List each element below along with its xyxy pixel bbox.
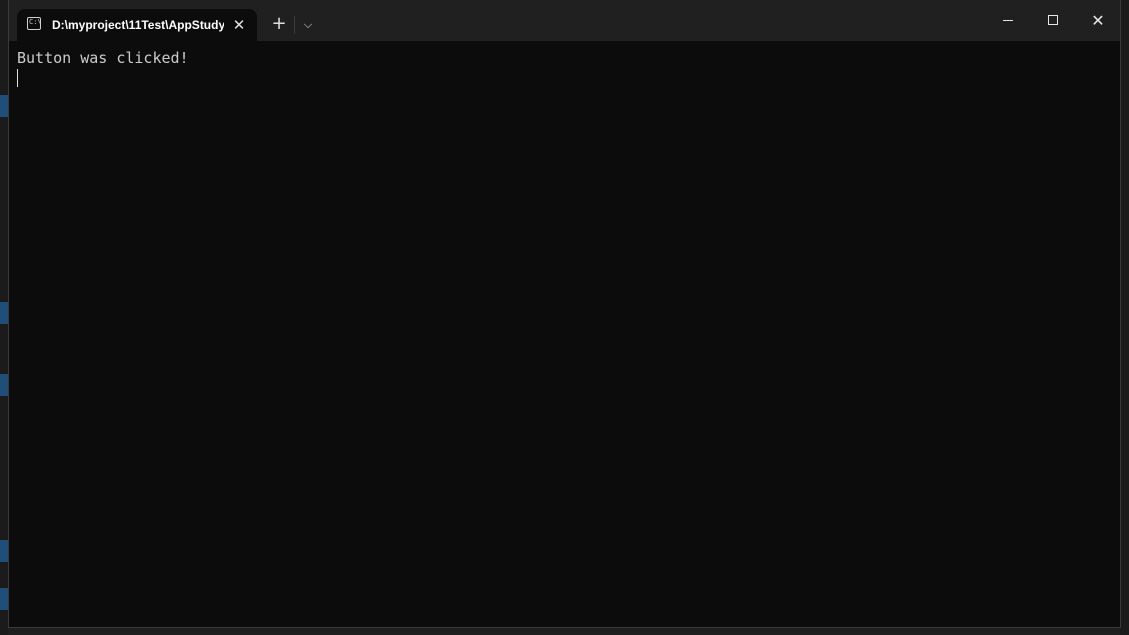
tab-separator	[294, 16, 295, 34]
tab-active[interactable]: C:\ D:\myproject\11Test\AppStudy ✕	[17, 9, 257, 41]
background-editor-marker	[0, 95, 8, 117]
output-line: Button was clicked!	[17, 49, 189, 67]
new-tab-button[interactable]: +	[266, 12, 292, 38]
chevron-down-icon[interactable]: ⌵	[297, 12, 319, 38]
background-editor-right-edge	[1120, 0, 1129, 635]
minimize-button[interactable]	[985, 0, 1031, 41]
background-editor-marker	[0, 540, 8, 562]
maximize-button[interactable]	[1030, 0, 1076, 41]
maximize-icon	[1048, 15, 1058, 25]
background-editor-left-edge	[0, 0, 8, 635]
background-editor-marker	[0, 374, 8, 396]
title-bar[interactable]: C:\ D:\myproject\11Test\AppStudy ✕ + ⌵ ✕	[9, 0, 1120, 41]
terminal-window: C:\ D:\myproject\11Test\AppStudy ✕ + ⌵ ✕…	[8, 0, 1121, 628]
tab-title: D:\myproject\11Test\AppStudy	[52, 18, 224, 32]
terminal-output[interactable]: Button was clicked!	[9, 41, 1120, 627]
terminal-icon: C:\	[27, 17, 42, 30]
minimize-icon	[1003, 20, 1013, 21]
close-window-button[interactable]: ✕	[1075, 0, 1121, 41]
close-tab-icon[interactable]: ✕	[229, 15, 249, 35]
background-editor-marker	[0, 588, 8, 610]
background-editor-marker	[0, 302, 8, 324]
text-cursor	[17, 69, 18, 87]
